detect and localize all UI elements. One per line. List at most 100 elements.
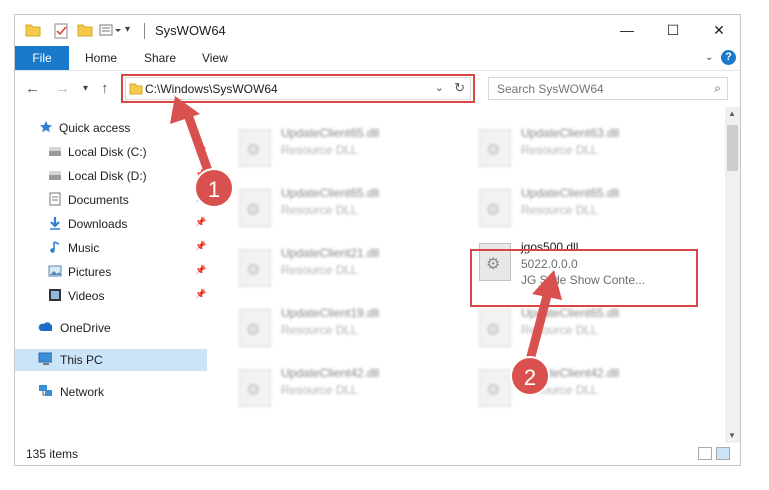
properties-icon[interactable] [53, 23, 69, 39]
file-list: ⚙ UpdateClient65.dll Resource DLL ⚙ Upda… [211, 107, 725, 443]
sidebar-item-label: Documents [68, 193, 129, 207]
back-arrow-icon[interactable]: ← [25, 80, 40, 97]
computer-icon [38, 352, 52, 365]
search-icon[interactable]: ⌕ [714, 81, 721, 96]
gear-icon: ⚙ [486, 382, 501, 399]
pin-icon[interactable]: 📌 [195, 217, 206, 228]
file-name: UpdateClient65.dll [281, 186, 380, 200]
folder-icon[interactable] [25, 23, 41, 37]
file-item[interactable]: ⚙ UpdateClient21.dll Resource DLL [233, 243, 463, 293]
dll-file-icon: ⚙ [479, 309, 511, 347]
sidebar-item-quick-access[interactable]: Quick access [15, 117, 207, 139]
file-name: UpdateClient19.dll [281, 306, 380, 320]
sidebar-item-label: This PC [60, 353, 103, 367]
address-highlight-box [121, 74, 475, 103]
sidebar-item-videos[interactable]: Videos 📌 [15, 285, 207, 307]
file-type: Resource DLL [281, 263, 358, 277]
gear-icon: ⚙ [246, 322, 261, 339]
dll-file-icon: ⚙ [239, 369, 271, 407]
dll-file-icon: ⚙ [479, 189, 511, 227]
sidebar-item-network[interactable]: Network [15, 381, 207, 403]
file-name: UpdateClient65.dll [521, 186, 620, 200]
title-bar: ▾ SysWOW64 — ☐ ✕ [15, 15, 740, 46]
vertical-scrollbar[interactable]: ▲ ▼ [725, 107, 740, 443]
scrollbar-thumb[interactable] [727, 125, 738, 171]
sidebar-item-local-disk-d[interactable]: Local Disk (D:) 📌 [15, 165, 207, 187]
sidebar-item-label: Pictures [68, 265, 112, 279]
file-item[interactable]: ⚙ UpdateClient65.dll Resource DLL [233, 123, 463, 173]
pin-icon[interactable]: 📌 [195, 241, 206, 252]
file-type: Resource DLL [521, 143, 598, 157]
sidebar-item-onedrive[interactable]: OneDrive [15, 317, 207, 339]
dll-file-icon: ⚙ [239, 249, 271, 287]
callout-badge-2: 2 [510, 356, 550, 396]
star-icon [40, 121, 52, 133]
dll-file-icon: ⚙ [479, 129, 511, 167]
scroll-down-icon[interactable]: ▼ [728, 431, 736, 440]
file-type: Resource DLL [281, 143, 358, 157]
tab-file[interactable]: File [15, 46, 69, 70]
maximize-button[interactable]: ☐ [650, 15, 696, 46]
sidebar-item-documents[interactable]: Documents 📌 [15, 189, 207, 211]
tab-share[interactable]: Share [144, 46, 176, 70]
customize-toolbar-icon[interactable] [99, 23, 121, 37]
details-view-icon[interactable] [698, 447, 712, 460]
dll-file-icon: ⚙ [239, 129, 271, 167]
file-type: Resource DLL [521, 203, 598, 217]
search-input[interactable] [495, 81, 699, 97]
scroll-up-icon[interactable]: ▲ [728, 109, 736, 118]
ribbon-tabs: File Home Share View ⌄ ? [15, 46, 740, 71]
chevron-down-icon[interactable]: ▾ [125, 24, 130, 35]
forward-arrow-icon[interactable]: → [55, 80, 70, 97]
sidebar-item-label: Network [60, 385, 105, 399]
gear-icon: ⚙ [246, 262, 261, 279]
expand-ribbon-icon[interactable]: ⌄ [705, 52, 713, 63]
sidebar-item-music[interactable]: Music 📌 [15, 237, 207, 259]
status-bar: 135 items [15, 443, 740, 465]
file-item[interactable]: ⚙ UpdateClient19.dll Resource DLL [233, 303, 463, 353]
help-icon[interactable]: ? [721, 50, 736, 65]
sidebar-item-pictures[interactable]: Pictures 📌 [15, 261, 207, 283]
sidebar-item-label: Music [68, 241, 100, 255]
file-type: Resource DLL [281, 203, 358, 217]
file-item[interactable]: ⚙ UpdateClient42.dll Resource DLL [473, 363, 703, 413]
search-box[interactable]: ⌕ [488, 77, 728, 100]
videos-icon [49, 289, 61, 301]
new-folder-icon[interactable] [77, 23, 93, 37]
file-item[interactable]: ⚙ UpdateClient65.dll Resource DLL [473, 183, 703, 233]
dll-file-icon: ⚙ [239, 189, 271, 227]
drive-icon [49, 147, 61, 156]
window-title: SysWOW64 [155, 23, 226, 38]
file-name: UpdateClient21.dll [281, 246, 380, 260]
sidebar-item-downloads[interactable]: Downloads 📌 [15, 213, 207, 235]
pin-icon[interactable]: 📌 [195, 265, 206, 276]
sidebar-item-label: Downloads [68, 217, 128, 231]
close-button[interactable]: ✕ [696, 15, 740, 46]
navigation-pane: Quick access Local Disk (C:) 📌 Local Dis… [15, 107, 211, 443]
file-highlight-box [470, 249, 698, 307]
item-count: 135 items [26, 447, 79, 461]
dll-file-icon: ⚙ [479, 369, 511, 407]
file-type: Resource DLL [281, 383, 358, 397]
file-name: UpdateClient65.dll [521, 306, 620, 320]
gear-icon: ⚙ [246, 142, 261, 159]
file-item[interactable]: ⚙ UpdateClient65.dll Resource DLL [473, 303, 703, 353]
file-item[interactable]: ⚙ UpdateClient42.dll Resource DLL [233, 363, 463, 413]
sidebar-item-label: Local Disk (D:) [68, 169, 147, 183]
tab-home[interactable]: Home [85, 46, 117, 70]
pin-icon[interactable]: 📌 [195, 145, 206, 156]
large-icons-view-icon[interactable] [716, 447, 730, 460]
pin-icon[interactable]: 📌 [195, 289, 206, 300]
recent-locations-chevron-icon[interactable]: ▾ [83, 83, 88, 94]
gear-icon: ⚙ [486, 322, 501, 339]
sidebar-item-this-pc[interactable]: This PC [15, 349, 207, 371]
up-arrow-icon[interactable]: ↑ [101, 80, 109, 97]
documents-icon [49, 192, 61, 206]
minimize-button[interactable]: — [604, 15, 650, 46]
gear-icon: ⚙ [246, 202, 261, 219]
sidebar-item-local-disk-c[interactable]: Local Disk (C:) 📌 [15, 141, 207, 163]
tab-view[interactable]: View [202, 46, 228, 70]
file-item[interactable]: ⚙ UpdateClient63.dll Resource DLL [473, 123, 703, 173]
file-item[interactable]: ⚙ UpdateClient65.dll Resource DLL [233, 183, 463, 233]
gear-icon: ⚙ [246, 382, 261, 399]
